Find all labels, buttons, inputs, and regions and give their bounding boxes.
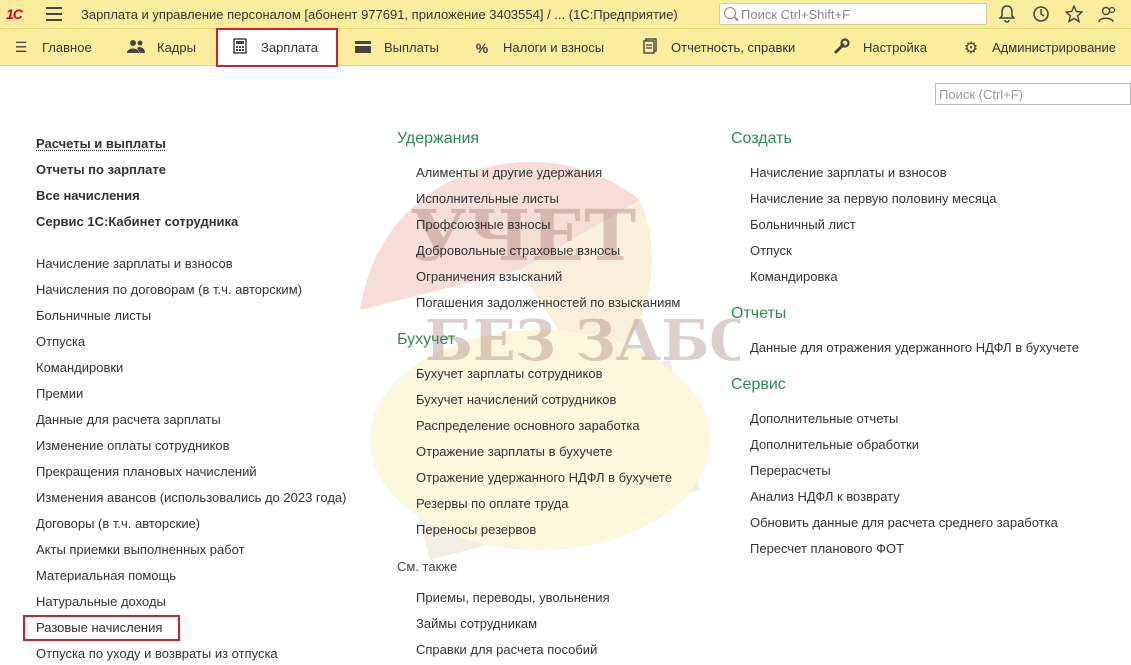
section-reports[interactable]: Отчетность, справки [641, 29, 795, 66]
list-item[interactable]: Изменение оплаты сотрудников [36, 438, 230, 453]
window-title: Зарплата и управление персоналом [абонен… [81, 7, 678, 22]
list-item[interactable]: Перерасчеты [750, 463, 831, 478]
users-icon[interactable] [1098, 5, 1118, 25]
list-item[interactable]: Изменения авансов (использовались до 202… [36, 490, 346, 505]
gear-icon: ⚙ [963, 39, 979, 57]
list-item[interactable]: Начисление зарплаты и взносов [750, 165, 947, 180]
group-title-reports: Отчеты [731, 305, 787, 322]
menu-icon: ☰ [14, 39, 28, 55]
list-item[interactable]: Отражение зарплаты в бухучете [416, 444, 612, 459]
section-label: Выплаты [384, 40, 439, 55]
link-employee-cabinet[interactable]: Сервис 1С:Кабинет сотрудника [36, 214, 238, 229]
list-item[interactable]: Переносы резервов [416, 522, 536, 537]
list-item[interactable]: Договоры (в т.ч. авторские) [36, 516, 200, 531]
list-item[interactable]: Натуральные доходы [36, 594, 166, 609]
list-item[interactable]: Командировка [750, 269, 838, 284]
section-main[interactable]: ☰ Главное [12, 29, 92, 66]
list-item[interactable]: Премии [36, 386, 83, 401]
list-item[interactable]: Ограничения взысканий [416, 269, 562, 284]
list-item[interactable]: Алименты и другие удержания [416, 165, 602, 180]
group-title-see-also: См. также [397, 559, 458, 574]
list-item[interactable]: Отпуск [750, 243, 792, 258]
group-title-accounting: Бухучет [397, 331, 456, 348]
section-administration[interactable]: ⚙ Администрирование [962, 29, 1116, 66]
list-item[interactable]: Отражение удержанного НДФЛ в бухучете [416, 470, 672, 485]
list-item[interactable]: Распределение основного заработка [416, 418, 640, 433]
section-label: Кадры [157, 40, 196, 55]
section-settings[interactable]: Настройка [833, 29, 927, 66]
section-personnel[interactable]: Кадры [127, 29, 196, 66]
documents-icon [641, 38, 659, 57]
list-item[interactable]: Профсоюзные взносы [416, 217, 550, 232]
group-title-withholdings: Удержания [397, 130, 480, 147]
main-menu-icon[interactable] [46, 7, 62, 21]
list-item[interactable]: Материальная помощь [36, 568, 176, 583]
list-item[interactable]: Больничные листы [36, 308, 151, 323]
list-item[interactable]: Прекращения плановых начислений [36, 464, 257, 479]
list-item[interactable]: Бухучет начислений сотрудников [416, 392, 616, 407]
global-search-input[interactable]: Поиск Ctrl+Shift+F [719, 3, 987, 25]
list-item[interactable]: Дополнительные отчеты [750, 411, 898, 426]
one-time-accruals-highlight [23, 615, 180, 641]
wallet-icon [354, 40, 372, 56]
history-icon[interactable] [1031, 5, 1051, 25]
section-label: Главное [42, 40, 92, 55]
section-label: Администрирование [992, 40, 1116, 55]
section-salary[interactable]: Зарплата [231, 29, 318, 66]
link-salary-reports[interactable]: Отчеты по зарплате [36, 162, 166, 177]
list-item[interactable]: Отпуска [36, 334, 85, 349]
link-payroll-and-payments[interactable]: Расчеты и выплаты [36, 136, 166, 151]
section-label: Настройка [863, 40, 927, 55]
wrench-icon [833, 38, 851, 57]
percent-icon: % [475, 39, 489, 56]
link-all-accruals[interactable]: Все начисления [36, 188, 140, 203]
list-item[interactable]: Дополнительные обработки [750, 437, 919, 452]
list-item[interactable]: Начисление зарплаты и взносов [36, 256, 233, 271]
list-item[interactable]: Пересчет планового ФОТ [750, 541, 904, 556]
group-title-service: Сервис [731, 376, 786, 393]
app-logo: 1С [6, 6, 23, 22]
list-item[interactable]: Акты приемки выполненных работ [36, 542, 245, 557]
list-item[interactable]: Обновить данные для расчета среднего зар… [750, 515, 1058, 530]
section-label: Отчетность, справки [671, 40, 796, 55]
section-label: Налоги и взносы [503, 40, 605, 55]
list-item[interactable]: Командировки [36, 360, 123, 375]
page-search-input[interactable]: Поиск (Ctrl+F) [935, 83, 1131, 105]
list-item[interactable]: Займы сотрудникам [416, 616, 537, 631]
list-item[interactable]: Анализ НДФЛ к возврату [750, 489, 900, 504]
list-item[interactable]: Отпуска по уходу и возвраты из отпуска [36, 646, 278, 661]
people-icon [127, 39, 145, 56]
section-label: Зарплата [261, 40, 318, 55]
list-item[interactable]: Начисления по договорам (в т.ч. авторски… [36, 282, 302, 297]
list-item[interactable]: Начисление за первую половину месяца [750, 191, 997, 206]
list-item[interactable]: Исполнительные листы [416, 191, 559, 206]
section-payments[interactable]: Выплаты [354, 29, 439, 66]
calculator-icon [231, 38, 249, 57]
watermark-line1: УЧЕТ [410, 194, 636, 277]
search-icon [724, 7, 736, 19]
list-item[interactable]: Погашения задолженностей по взысканиям [416, 295, 680, 310]
list-item[interactable]: Данные для расчета зарплаты [36, 412, 221, 427]
page-search-placeholder: Поиск (Ctrl+F) [939, 87, 1024, 102]
list-item[interactable]: Бухучет зарплаты сотрудников [416, 366, 602, 381]
list-item[interactable]: Больничный лист [750, 217, 856, 232]
global-search-placeholder: Поиск Ctrl+Shift+F [741, 7, 850, 22]
bell-icon[interactable] [997, 5, 1017, 25]
list-item[interactable]: Справки для расчета пособий [416, 642, 597, 657]
section-taxes[interactable]: % Налоги и взносы [473, 29, 604, 66]
list-item[interactable]: Резервы по оплате труда [416, 496, 568, 511]
list-item[interactable]: Данные для отражения удержанного НДФЛ в … [750, 340, 1079, 355]
watermark-line2: БЕЗ ЗАБОТ [425, 308, 740, 374]
list-item[interactable]: Приемы, переводы, увольнения [416, 590, 610, 605]
star-icon[interactable] [1064, 4, 1084, 25]
title-bar: 1С Зарплата и управление персоналом [або… [0, 0, 1131, 29]
group-title-create: Создать [731, 130, 792, 147]
list-item[interactable]: Добровольные страховые взносы [416, 243, 620, 258]
